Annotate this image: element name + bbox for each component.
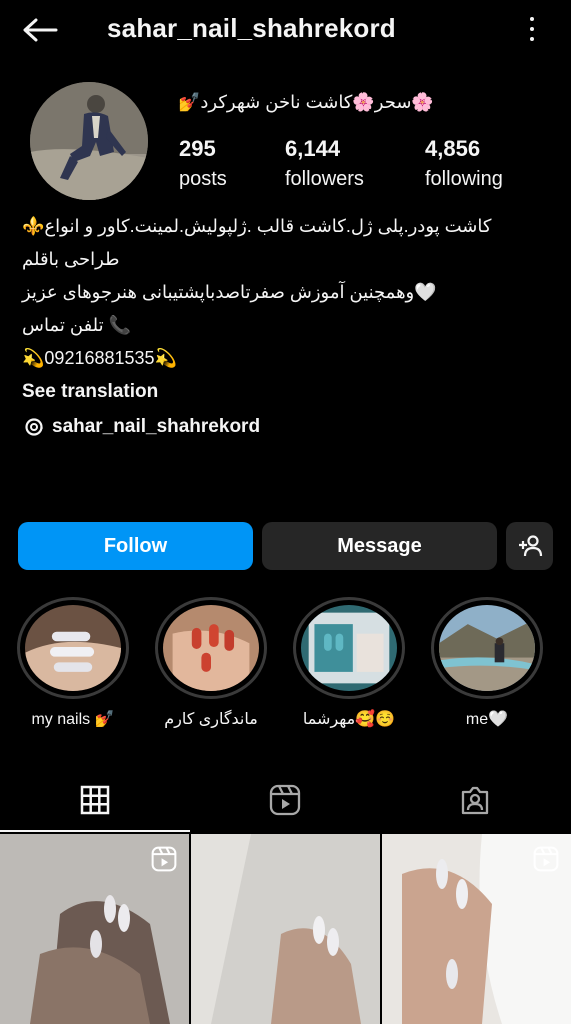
reels-icon	[269, 784, 301, 816]
highlight-label: my nails 💅	[31, 711, 115, 728]
tagged-icon	[461, 786, 489, 815]
reel-badge-icon	[533, 846, 559, 872]
suggest-people-button[interactable]	[506, 522, 553, 570]
profile-tabs	[0, 770, 571, 832]
following-stat[interactable]: 4,856 following	[425, 136, 503, 191]
bio-line: 📞 تلفن تماس	[22, 315, 132, 335]
posts-stat[interactable]: 295 posts	[179, 136, 227, 191]
bio-line: کاشت پودر.پلی ژل.کاشت قالب .ژلپولیش.لمین…	[22, 216, 492, 236]
top-bar: sahar_nail_shahrekord	[0, 0, 571, 60]
bio-line: طراحی باقلم	[22, 249, 120, 269]
post-thumbnail[interactable]	[382, 834, 571, 1024]
threads-handle: sahar_nail_shahrekord	[52, 416, 261, 437]
post-thumbnail[interactable]	[0, 834, 189, 1024]
following-label: following	[425, 168, 503, 190]
profile-avatar[interactable]	[30, 82, 148, 200]
highlight-durability[interactable]: ماندگاری کارم	[155, 597, 267, 729]
profile-bio: کاشت پودر.پلی ژل.کاشت قالب .ژلپولیش.لمین…	[22, 210, 552, 408]
add-person-icon	[518, 535, 542, 557]
posts-grid	[0, 834, 571, 1024]
posts-label: posts	[179, 168, 227, 190]
followers-stat[interactable]: 6,144 followers	[285, 136, 364, 191]
threads-icon	[25, 418, 43, 436]
highlight-label: مهرشما🥰☺️	[302, 711, 396, 728]
followers-label: followers	[285, 168, 364, 190]
highlight-me[interactable]: me🤍	[431, 597, 543, 729]
tab-posts-grid[interactable]	[0, 770, 190, 832]
see-translation-link[interactable]: See translation	[22, 375, 552, 408]
follow-button[interactable]: Follow	[18, 522, 253, 570]
highlight-cover	[439, 605, 535, 691]
highlight-cover	[25, 605, 121, 691]
profile-username: sahar_nail_shahrekord	[107, 13, 396, 43]
bio-line: 🤍وهمچنین آموزش صفرتاصدباپشتیبانی هنرجوها…	[22, 282, 437, 302]
highlight-my-nails[interactable]: my nails 💅	[17, 597, 129, 729]
threads-link[interactable]: sahar_nail_shahrekord	[24, 416, 260, 438]
posts-count: 295	[179, 136, 216, 161]
following-count: 4,856	[425, 136, 481, 161]
bio-phone[interactable]: 💫09216881535💫	[22, 342, 552, 375]
highlight-your-kindness[interactable]: مهرشما🥰☺️	[293, 597, 405, 729]
tab-reels[interactable]	[190, 770, 380, 830]
message-button[interactable]: Message	[262, 522, 497, 570]
post-thumbnail[interactable]	[191, 834, 380, 1024]
highlight-label: me🤍	[465, 711, 509, 728]
tab-tagged[interactable]	[380, 770, 570, 830]
profile-display-name: 🌸سحر🌸کاشت ناخن شهرکرد💅	[178, 92, 434, 112]
back-arrow-icon[interactable]	[22, 14, 62, 46]
followers-count: 6,144	[285, 136, 341, 161]
highlight-cover	[301, 605, 397, 691]
highlight-label: ماندگاری کارم	[164, 711, 258, 728]
highlight-cover	[163, 605, 259, 691]
grid-icon	[80, 785, 110, 815]
reel-badge-icon	[151, 846, 177, 872]
more-options-icon[interactable]	[527, 14, 537, 44]
